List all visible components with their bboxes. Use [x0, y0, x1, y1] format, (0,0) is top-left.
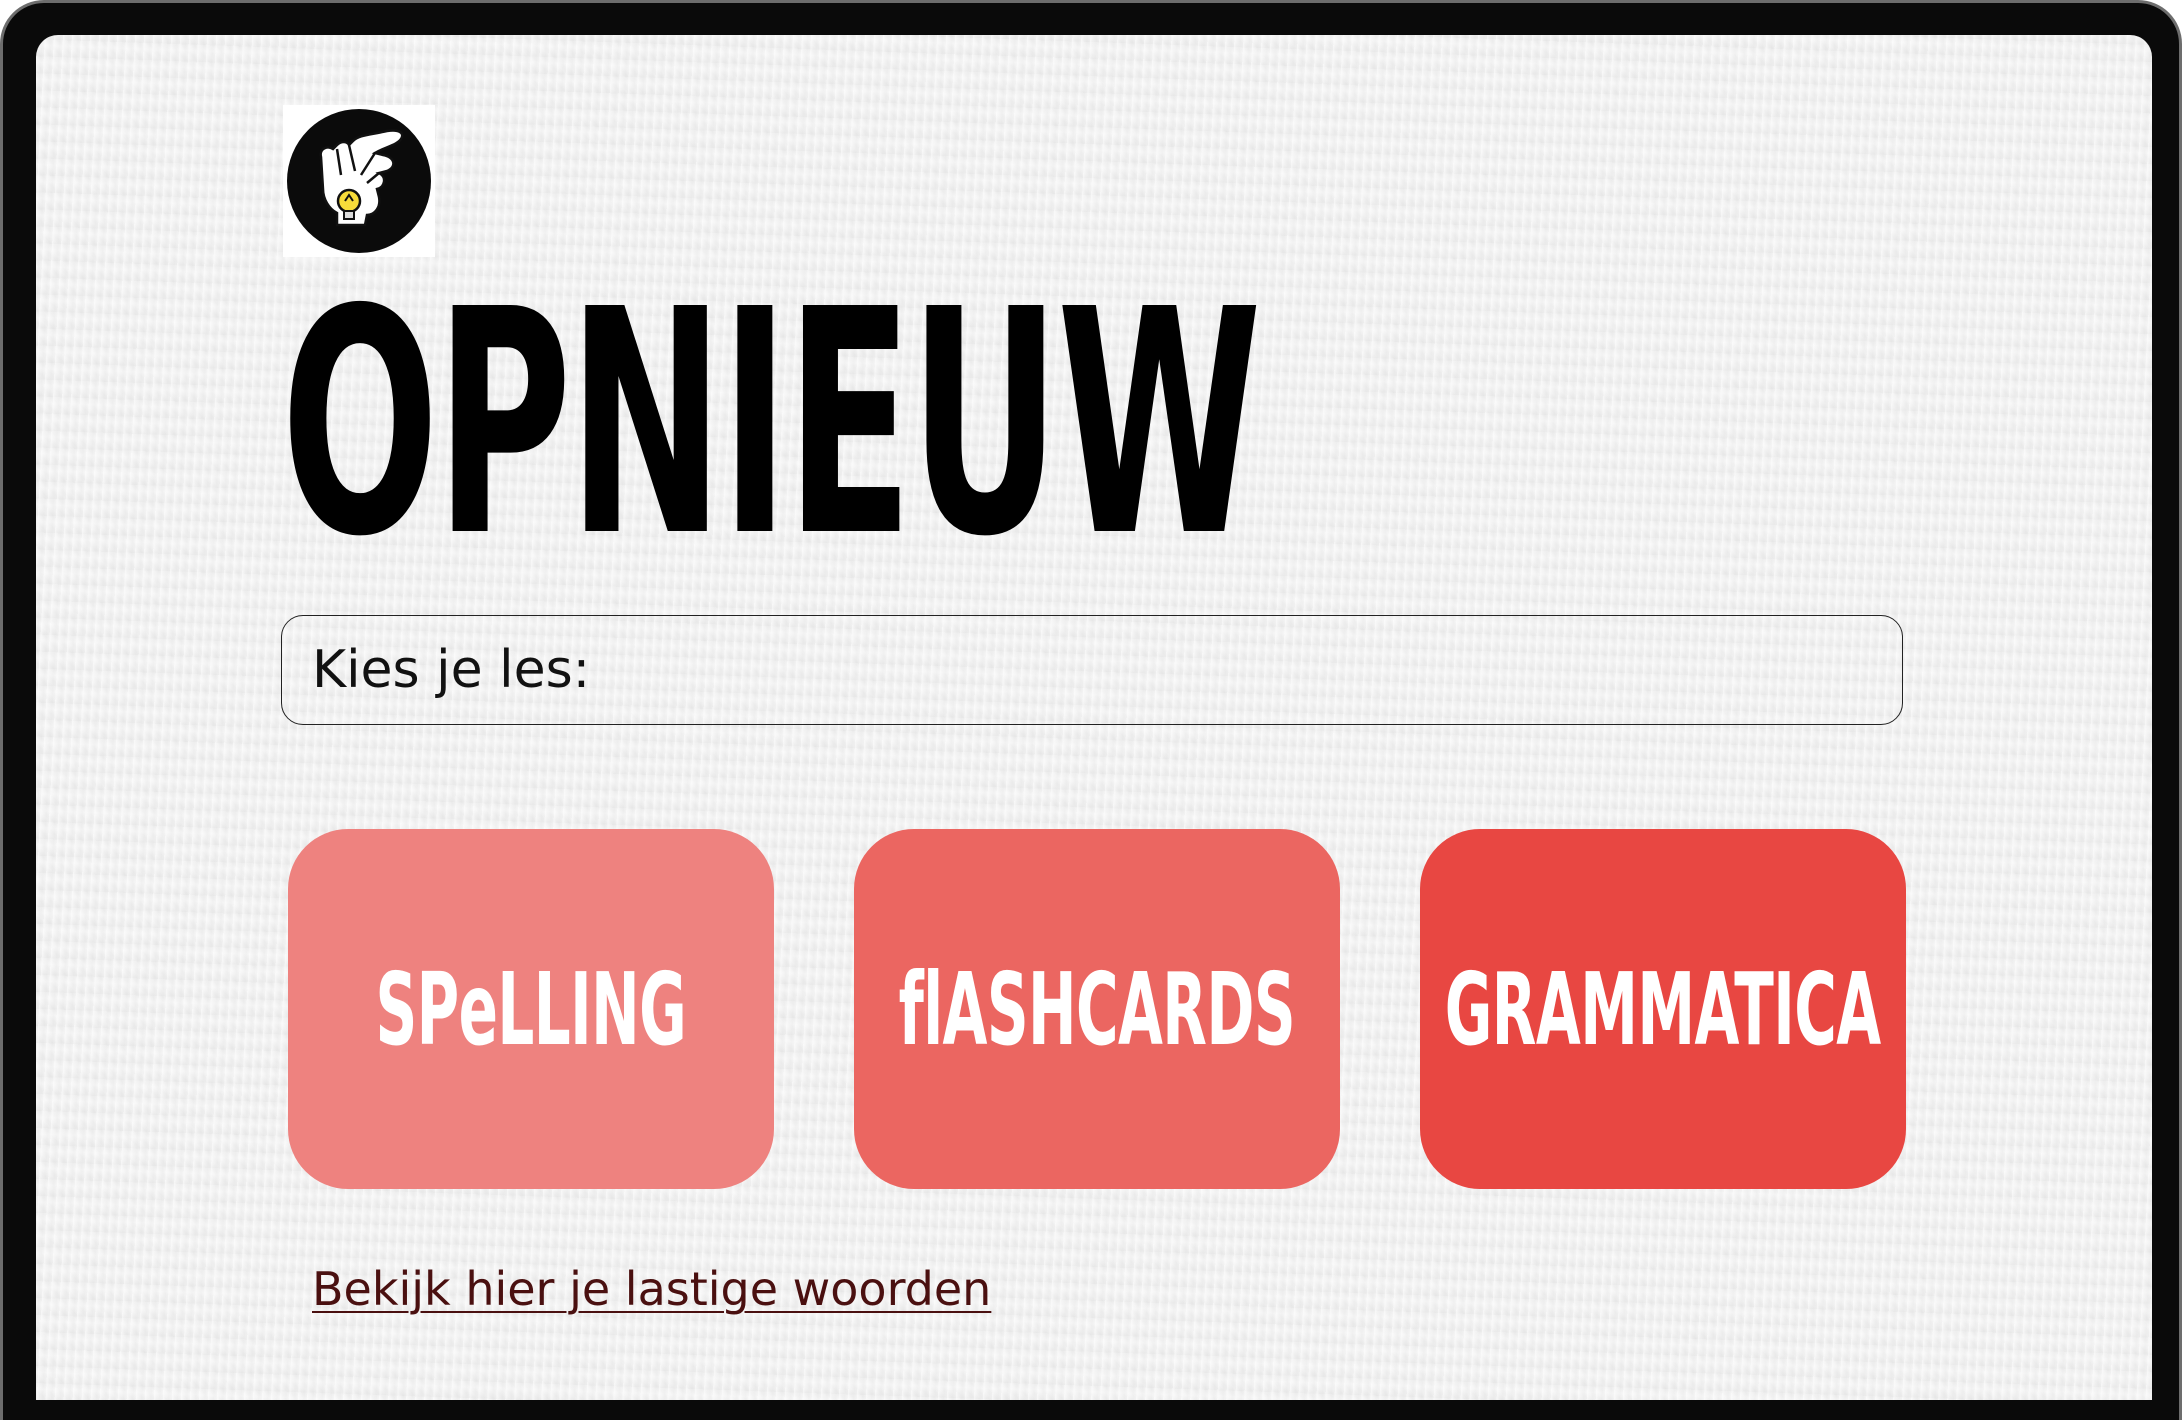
grammatica-lesson-button[interactable]: GRAMMATICA [1420, 829, 1906, 1189]
lesson-picker: Kies je les: [281, 615, 1903, 725]
lesson-picker-label: Kies je les: [312, 640, 591, 700]
difficult-words-link[interactable]: Bekijk hier je lastige woorden [312, 1262, 991, 1316]
app-screen: OPNIEUW Kies je les: SPeLLING flASHCARDS… [36, 35, 2152, 1400]
spelling-lesson-button[interactable]: SPeLLING [288, 829, 774, 1189]
page-title: OPNIEUW [281, 244, 1262, 605]
spelling-lesson-label: SPeLLING [375, 950, 687, 1068]
flashcards-lesson-label: flASHCARDS [898, 950, 1296, 1068]
grammatica-lesson-label: GRAMMATICA [1445, 950, 1881, 1068]
hand-lightbulb-icon [283, 105, 435, 257]
laptop-frame: OPNIEUW Kies je les: SPeLLING flASHCARDS… [0, 0, 2182, 1420]
flashcards-lesson-button[interactable]: flASHCARDS [854, 829, 1340, 1189]
